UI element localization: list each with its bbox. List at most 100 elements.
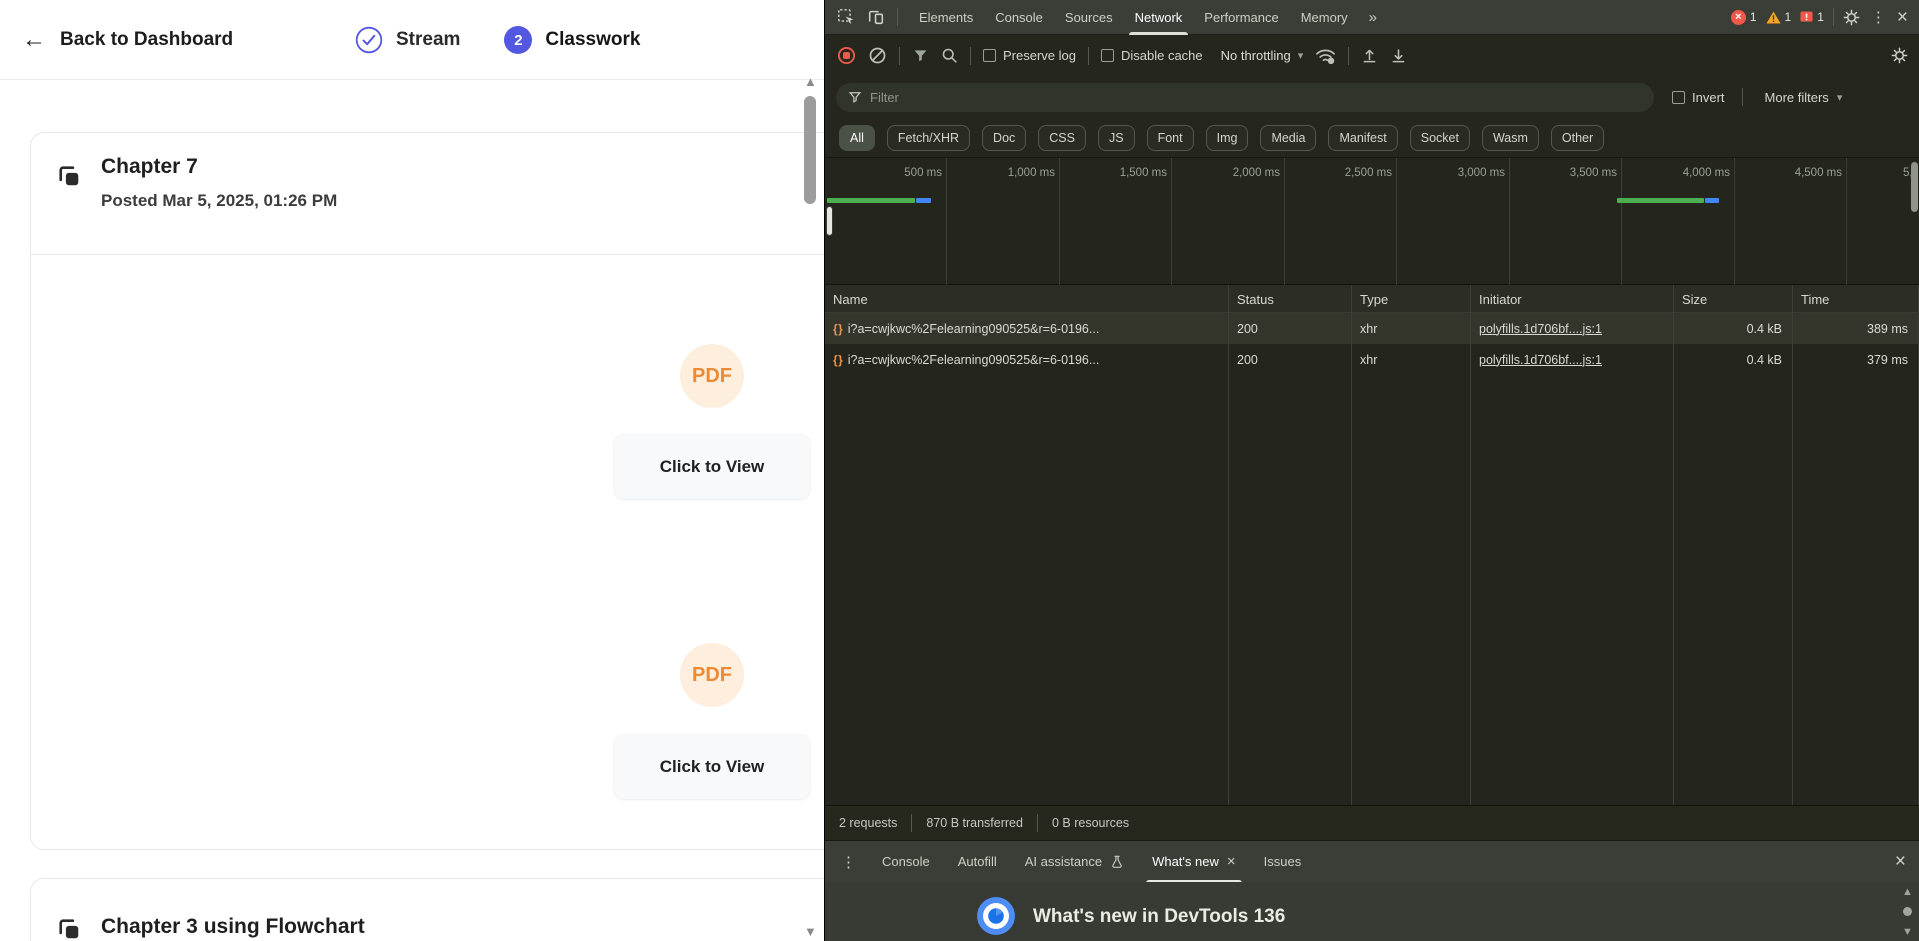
devtools-logo-icon <box>976 896 1016 936</box>
chip-doc[interactable]: Doc <box>982 125 1026 151</box>
chip-fetch-xhr[interactable]: Fetch/XHR <box>887 125 970 151</box>
tick-label: 2,500 ms <box>1306 167 1392 179</box>
drawer-close-icon[interactable]: × <box>1895 852 1919 871</box>
scroll-up-arrow[interactable]: ▲ <box>1902 886 1913 898</box>
overview-drag-handle-left[interactable] <box>826 206 833 236</box>
chip-img[interactable]: Img <box>1206 125 1249 151</box>
export-har-icon[interactable] <box>1390 47 1407 64</box>
tick-label: 2,000 ms <box>1194 167 1280 179</box>
error-count-badge[interactable]: × 1 <box>1731 10 1757 25</box>
click-to-view-button-1[interactable]: Click to View <box>614 434 810 499</box>
scroll-down-arrow[interactable]: ▼ <box>1902 926 1913 938</box>
gridline <box>1621 158 1622 285</box>
devtools-tab-console[interactable]: Console <box>984 0 1054 35</box>
search-icon[interactable] <box>941 47 958 64</box>
issues-count-badge[interactable]: 1 <box>1800 10 1824 24</box>
import-har-icon[interactable] <box>1361 47 1378 64</box>
chip-socket[interactable]: Socket <box>1410 125 1470 151</box>
column-header-size[interactable]: Size <box>1674 285 1793 313</box>
devtools-tab-elements[interactable]: Elements <box>908 0 984 35</box>
chip-css[interactable]: CSS <box>1038 125 1086 151</box>
app-header: ← Back to Dashboard Stream 2 Classwork <box>0 0 824 80</box>
column-header-name[interactable]: Name <box>825 285 1229 313</box>
column-header-initiator[interactable]: Initiator <box>1471 285 1674 313</box>
invert-checkbox[interactable]: Invert <box>1672 90 1725 105</box>
clear-network-log-icon[interactable] <box>868 46 887 65</box>
more-filters-dropdown[interactable]: More filters ▾ <box>1765 90 1843 105</box>
material-copy-icon <box>56 163 83 190</box>
chip-manifest[interactable]: Manifest <box>1328 125 1397 151</box>
warning-count-badge[interactable]: 1 <box>1766 10 1792 24</box>
drawer-tab-autofill[interactable]: Autofill <box>944 841 1011 883</box>
chip-wasm[interactable]: Wasm <box>1482 125 1539 151</box>
record-network-log-icon[interactable] <box>837 46 856 65</box>
cell-type: xhr <box>1352 344 1471 375</box>
request-row-1[interactable]: { } i?a=cwjkwc%2Felearning090525&r=6-019… <box>825 313 1919 344</box>
throttling-dropdown[interactable]: No throttling ▾ <box>1221 48 1304 63</box>
filter-input[interactable] <box>870 90 1642 105</box>
drawer-tab-ai-assistance[interactable]: AI assistance <box>1011 841 1138 883</box>
drawer-kebab-menu-icon[interactable]: ⋮ <box>839 853 858 871</box>
gridline <box>1171 158 1172 285</box>
devtools-tab-performance[interactable]: Performance <box>1193 0 1289 35</box>
overview-scroll-handle[interactable] <box>1911 162 1918 212</box>
filter-funnel-icon[interactable] <box>912 47 929 64</box>
checkbox[interactable] <box>983 49 996 62</box>
checkbox[interactable] <box>1672 91 1685 104</box>
preserve-log-checkbox[interactable]: Preserve log <box>983 48 1076 63</box>
devtools-tab-sources[interactable]: Sources <box>1054 0 1124 35</box>
tick-label: 4,500 ms <box>1756 167 1842 179</box>
scrollbar-thumb[interactable] <box>1903 907 1912 916</box>
card-posted-date: Posted Mar 5, 2025, 01:26 PM <box>101 191 337 211</box>
filter-input-pill[interactable] <box>836 83 1654 112</box>
scroll-up-arrow[interactable]: ▲ <box>804 74 817 89</box>
divider <box>970 47 971 65</box>
chip-font[interactable]: Font <box>1147 125 1194 151</box>
checkbox[interactable] <box>1101 49 1114 62</box>
tab-classwork[interactable]: 2 Classwork <box>504 26 640 54</box>
drawer-tab-whats-new[interactable]: What's new × <box>1138 841 1250 883</box>
request-type-filters: All Fetch/XHR Doc CSS JS Font Img Media … <box>825 118 1919 158</box>
filter-funnel-icon <box>848 90 862 104</box>
resources-size: 0 B resources <box>1052 816 1129 830</box>
click-to-view-button-2[interactable]: Click to View <box>614 734 810 799</box>
column-header-time[interactable]: Time <box>1793 285 1919 313</box>
warning-icon <box>1766 11 1781 24</box>
chip-media[interactable]: Media <box>1260 125 1316 151</box>
cell-initiator: polyfills.1d706bf....js:1 <box>1471 313 1674 344</box>
drawer-tab-issues[interactable]: Issues <box>1250 841 1316 883</box>
tab-stream[interactable]: Stream <box>355 26 460 54</box>
drawer-scrollbar[interactable]: ▲ ▼ <box>1900 884 1916 939</box>
tick-label: 1,000 ms <box>969 167 1055 179</box>
initiator-link[interactable]: polyfills.1d706bf....js:1 <box>1479 322 1602 336</box>
network-settings-gear-icon[interactable] <box>1891 47 1908 64</box>
scroll-down-arrow[interactable]: ▼ <box>804 924 817 939</box>
app-scrollbar[interactable]: ▲ ▼ <box>800 70 824 941</box>
tab-close-icon[interactable]: × <box>1227 853 1236 870</box>
network-conditions-icon[interactable] <box>1315 46 1336 65</box>
kebab-menu-icon[interactable]: ⋮ <box>1869 8 1888 26</box>
chip-js[interactable]: JS <box>1098 125 1135 151</box>
network-overview-timeline[interactable]: 500 ms 1,000 ms 1,500 ms 2,000 ms 2,500 … <box>825 158 1919 285</box>
scrollbar-thumb[interactable] <box>804 96 816 204</box>
devtools-tab-network[interactable]: Network <box>1124 0 1194 35</box>
divider <box>1742 88 1743 106</box>
more-tabs-icon[interactable]: » <box>1359 9 1387 26</box>
initiator-link[interactable]: polyfills.1d706bf....js:1 <box>1479 353 1602 367</box>
disable-cache-checkbox[interactable]: Disable cache <box>1101 48 1203 63</box>
drawer-tab-console[interactable]: Console <box>868 841 944 883</box>
chip-all[interactable]: All <box>839 125 875 151</box>
settings-gear-icon[interactable] <box>1843 9 1860 26</box>
device-toolbar-icon[interactable] <box>867 8 885 26</box>
column-header-type[interactable]: Type <box>1352 285 1471 313</box>
inspect-element-icon[interactable] <box>837 8 855 26</box>
devtools-tab-memory[interactable]: Memory <box>1290 0 1359 35</box>
gridline <box>1284 158 1285 285</box>
chip-other[interactable]: Other <box>1551 125 1604 151</box>
column-header-status[interactable]: Status <box>1229 285 1352 313</box>
request-row-2[interactable]: { } i?a=cwjkwc%2Felearning090525&r=6-019… <box>825 344 1919 375</box>
back-to-dashboard-button[interactable]: ← Back to Dashboard <box>22 28 233 52</box>
devtools-close-icon[interactable]: × <box>1897 8 1908 27</box>
devtools-tab-bar: Elements Console Sources Network Perform… <box>825 0 1919 35</box>
back-label: Back to Dashboard <box>60 29 233 51</box>
